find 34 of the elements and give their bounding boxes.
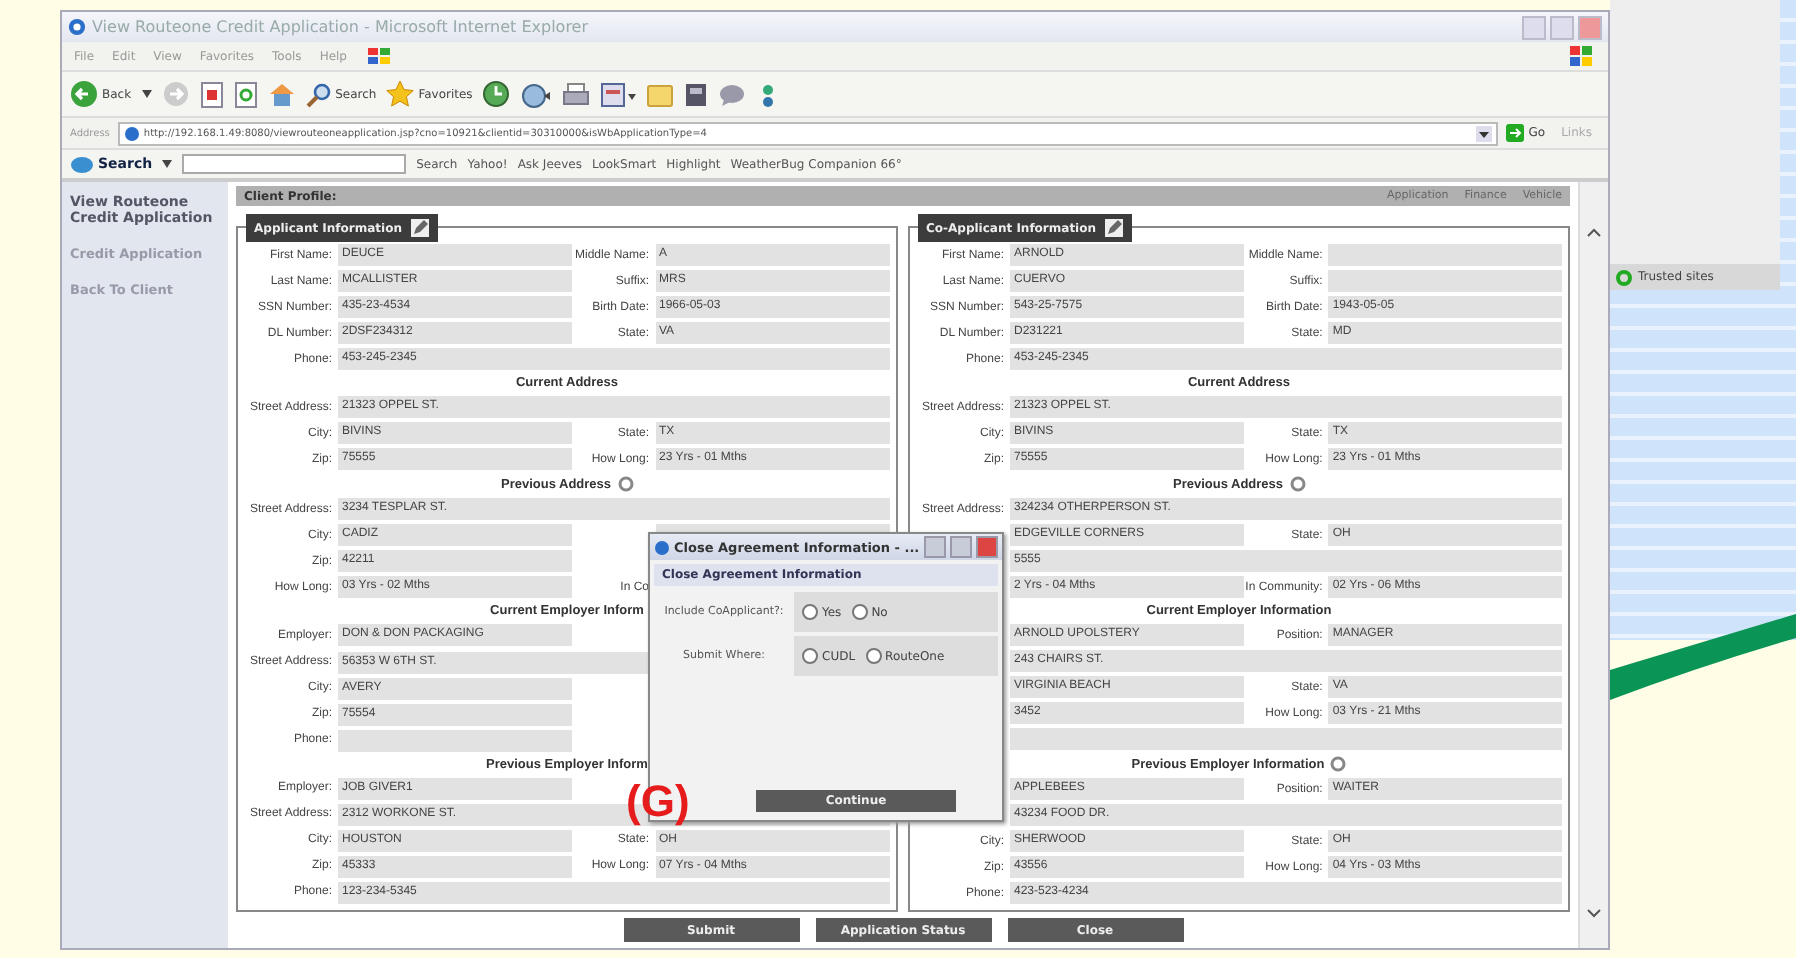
stop-icon[interactable] — [199, 81, 224, 107]
refresh-icon[interactable] — [1330, 756, 1347, 772]
scroll-down-icon[interactable] — [1586, 908, 1602, 920]
caret-icon[interactable] — [162, 160, 173, 168]
refresh-icon[interactable] — [1289, 476, 1306, 492]
scroll-up-icon[interactable] — [1586, 226, 1602, 238]
book-icon[interactable] — [684, 81, 709, 107]
page-icon — [123, 125, 140, 141]
check-circle-icon — [1616, 269, 1632, 285]
refresh-icon[interactable] — [233, 81, 258, 107]
search-field[interactable] — [182, 154, 407, 174]
scrollbar[interactable] — [1578, 182, 1608, 948]
edit-icon[interactable] — [1104, 218, 1125, 238]
history-icon[interactable] — [482, 80, 511, 108]
page-icon — [654, 539, 670, 555]
windows-logo-icon — [1568, 44, 1596, 68]
search-icon — [305, 81, 332, 107]
caret-icon[interactable] — [141, 90, 152, 98]
dropdown-icon[interactable] — [1476, 125, 1493, 141]
close-button[interactable] — [1578, 15, 1602, 39]
annotation-label: (G) — [626, 780, 690, 824]
search-logo-icon — [70, 155, 94, 173]
window-title: View Routeone Credit Application - Microsoft Internet Explorer — [92, 18, 591, 36]
browser-icon — [68, 18, 86, 36]
home-icon[interactable] — [267, 81, 296, 107]
edit-icon[interactable] — [600, 81, 637, 107]
windows-logo-icon — [365, 46, 393, 66]
print-icon[interactable] — [562, 81, 591, 107]
go-arrow-icon — [1506, 124, 1525, 142]
star-icon — [386, 80, 415, 108]
folder-icon[interactable] — [646, 81, 675, 107]
edit-icon[interactable] — [410, 218, 430, 238]
chat-icon[interactable] — [718, 81, 747, 107]
refresh-icon[interactable] — [617, 476, 634, 493]
